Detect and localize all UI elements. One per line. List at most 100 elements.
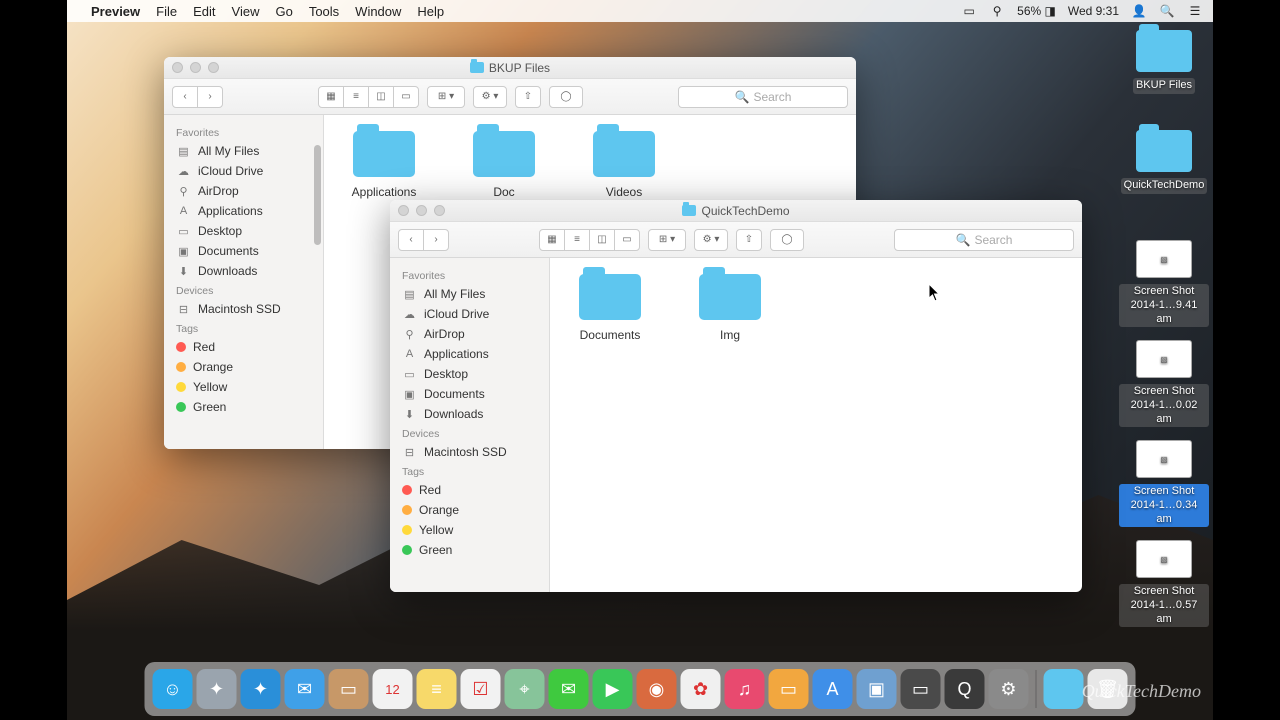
dock-item-facetime[interactable]: ▶: [593, 669, 633, 709]
search-field[interactable]: 🔍Search: [678, 86, 848, 108]
menu-file[interactable]: File: [156, 4, 177, 19]
forward-button[interactable]: ›: [197, 86, 223, 108]
view-icons-button[interactable]: ▦: [539, 229, 565, 251]
sidebar-item-documents[interactable]: ▣Documents: [390, 384, 549, 404]
titlebar[interactable]: BKUP Files: [164, 57, 856, 79]
view-cover-button[interactable]: ▭: [614, 229, 640, 251]
view-icons-button[interactable]: ▦: [318, 86, 344, 108]
arrange-button[interactable]: ⊞ ▾: [427, 86, 465, 108]
content-area[interactable]: Documents Img: [550, 258, 1082, 592]
desktop-item-screen-shot-2014-1-0-34-am[interactable]: ▧Screen Shot 2014-1…0.34 am: [1119, 440, 1209, 527]
sidebar-item-icloud-drive[interactable]: ☁iCloud Drive: [164, 161, 323, 181]
sidebar-tag-red[interactable]: Red: [390, 480, 549, 500]
sidebar-item-applications[interactable]: AApplications: [164, 201, 323, 221]
dock-item-photos[interactable]: ✿: [681, 669, 721, 709]
forward-button[interactable]: ›: [423, 229, 449, 251]
dock-item-downloads[interactable]: [1044, 669, 1084, 709]
sidebar-tag-yellow[interactable]: Yellow: [390, 520, 549, 540]
user-icon[interactable]: 👤: [1131, 3, 1147, 19]
dock-item-launchpad[interactable]: ✦: [197, 669, 237, 709]
search-field[interactable]: 🔍Search: [894, 229, 1074, 251]
folder-item-applications[interactable]: Applications: [344, 131, 424, 199]
scrollbar[interactable]: [314, 145, 321, 245]
menu-window[interactable]: Window: [355, 4, 401, 19]
sidebar-item-applications[interactable]: AApplications: [390, 344, 549, 364]
zoom-button[interactable]: [208, 62, 219, 73]
sidebar-item-airdrop[interactable]: ⚲AirDrop: [164, 181, 323, 201]
titlebar[interactable]: QuickTechDemo: [390, 200, 1082, 222]
dock-item-calendar[interactable]: 12: [373, 669, 413, 709]
notification-center-icon[interactable]: ☰: [1187, 3, 1203, 19]
folder-item-img[interactable]: Img: [690, 274, 770, 342]
sidebar-item-documents[interactable]: ▣Documents: [164, 241, 323, 261]
tags-button[interactable]: ◯: [770, 229, 804, 251]
dock-item-dictionary[interactable]: ▭: [901, 669, 941, 709]
sidebar-tag-orange[interactable]: Orange: [164, 357, 323, 377]
folder-item-doc[interactable]: Doc: [464, 131, 544, 199]
minimize-button[interactable]: [190, 62, 201, 73]
dock-item-itunes[interactable]: ♫: [725, 669, 765, 709]
menu-view[interactable]: View: [232, 4, 260, 19]
desktop-item-screen-shot-2014-1-9-41-am[interactable]: ▧Screen Shot 2014-1…9.41 am: [1119, 240, 1209, 327]
sidebar-tag-green[interactable]: Green: [164, 397, 323, 417]
dock-item-reminders[interactable]: ☑: [461, 669, 501, 709]
folder-item-videos[interactable]: Videos: [584, 131, 664, 199]
dock-item-ibooks[interactable]: ▭: [769, 669, 809, 709]
menu-edit[interactable]: Edit: [193, 4, 215, 19]
dock-item-messages[interactable]: ✉: [549, 669, 589, 709]
share-button[interactable]: ⇧: [515, 86, 541, 108]
back-button[interactable]: ‹: [398, 229, 424, 251]
sidebar-item-desktop[interactable]: ▭Desktop: [390, 364, 549, 384]
dock-item-preview[interactable]: ▣: [857, 669, 897, 709]
view-columns-button[interactable]: ◫: [368, 86, 394, 108]
dock-item-contacts[interactable]: ▭: [329, 669, 369, 709]
app-menu[interactable]: Preview: [91, 4, 140, 19]
menu-go[interactable]: Go: [275, 4, 292, 19]
clock[interactable]: Wed 9:31: [1068, 3, 1119, 19]
minimize-button[interactable]: [416, 205, 427, 216]
dock-item-finder[interactable]: ☺: [153, 669, 193, 709]
close-button[interactable]: [172, 62, 183, 73]
sidebar-item-all-my-files[interactable]: ▤All My Files: [164, 141, 323, 161]
dock-item-prefs[interactable]: ⚙: [989, 669, 1029, 709]
wifi-icon[interactable]: ⚲: [989, 3, 1005, 19]
dock-item-photobooth[interactable]: ◉: [637, 669, 677, 709]
sidebar-item-airdrop[interactable]: ⚲AirDrop: [390, 324, 549, 344]
battery-status[interactable]: 56% ◨: [1017, 3, 1056, 19]
action-button[interactable]: ⚙ ▾: [694, 229, 728, 251]
sidebar-item-icloud-drive[interactable]: ☁iCloud Drive: [390, 304, 549, 324]
sidebar-item-device[interactable]: ⊟Macintosh SSD: [390, 442, 549, 462]
menu-tools[interactable]: Tools: [309, 4, 339, 19]
sidebar-item-all-my-files[interactable]: ▤All My Files: [390, 284, 549, 304]
close-button[interactable]: [398, 205, 409, 216]
arrange-button[interactable]: ⊞ ▾: [648, 229, 686, 251]
tags-button[interactable]: ◯: [549, 86, 583, 108]
sidebar-tag-yellow[interactable]: Yellow: [164, 377, 323, 397]
back-button[interactable]: ‹: [172, 86, 198, 108]
view-cover-button[interactable]: ▭: [393, 86, 419, 108]
desktop-item-screen-shot-2014-1-0-57-am[interactable]: ▧Screen Shot 2014-1…0.57 am: [1119, 540, 1209, 627]
dock-item-mail[interactable]: ✉: [285, 669, 325, 709]
zoom-button[interactable]: [434, 205, 445, 216]
view-list-button[interactable]: ≡: [564, 229, 590, 251]
sidebar-item-downloads[interactable]: ⬇Downloads: [164, 261, 323, 281]
share-button[interactable]: ⇧: [736, 229, 762, 251]
sidebar-item-downloads[interactable]: ⬇Downloads: [390, 404, 549, 424]
view-list-button[interactable]: ≡: [343, 86, 369, 108]
dock-item-safari[interactable]: ✦: [241, 669, 281, 709]
desktop-item-screen-shot-2014-1-0-02-am[interactable]: ▧Screen Shot 2014-1…0.02 am: [1119, 340, 1209, 427]
action-button[interactable]: ⚙ ▾: [473, 86, 507, 108]
folder-item-documents[interactable]: Documents: [570, 274, 650, 342]
sidebar-tag-green[interactable]: Green: [390, 540, 549, 560]
dock-item-maps[interactable]: ⌖: [505, 669, 545, 709]
desktop-item-quicktechdemo[interactable]: QuickTechDemo: [1119, 130, 1209, 194]
sidebar-tag-orange[interactable]: Orange: [390, 500, 549, 520]
menu-help[interactable]: Help: [417, 4, 444, 19]
sidebar-tag-red[interactable]: Red: [164, 337, 323, 357]
sidebar-item-desktop[interactable]: ▭Desktop: [164, 221, 323, 241]
dock-item-notes[interactable]: ≡: [417, 669, 457, 709]
dock-item-appstore[interactable]: A: [813, 669, 853, 709]
sidebar-item-device[interactable]: ⊟Macintosh SSD: [164, 299, 323, 319]
desktop-item-bkup-files[interactable]: BKUP Files: [1119, 30, 1209, 94]
airplay-icon[interactable]: ▭: [961, 3, 977, 19]
